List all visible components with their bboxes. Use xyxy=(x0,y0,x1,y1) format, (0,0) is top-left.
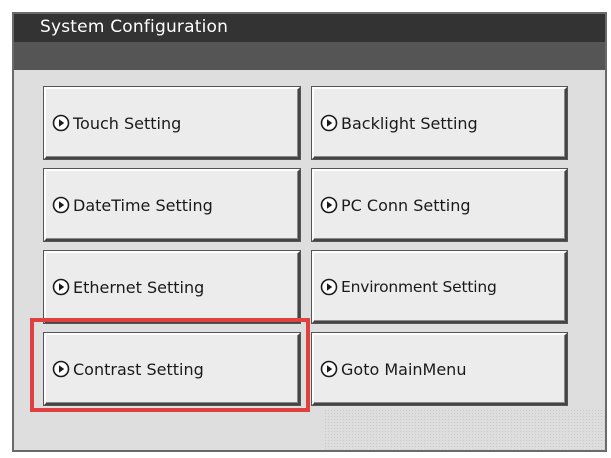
environment-setting-button[interactable]: Environment Setting xyxy=(312,251,567,323)
circle-arrow-right-icon xyxy=(320,196,338,214)
contrast-setting-button[interactable]: Contrast Setting xyxy=(44,333,300,405)
datetime-setting-button[interactable]: DateTime Setting xyxy=(44,169,300,241)
environment-setting-label: Environment Setting xyxy=(341,278,497,296)
pc-conn-setting-button[interactable]: PC Conn Setting xyxy=(312,169,567,241)
circle-arrow-right-icon xyxy=(320,114,338,132)
window-title: System Configuration xyxy=(40,17,229,37)
dither-pattern xyxy=(324,409,607,452)
system-configuration-window: System Configuration Touch Setting Backl… xyxy=(12,12,607,452)
pc-conn-setting-label: PC Conn Setting xyxy=(341,195,471,215)
ethernet-setting-label: Ethernet Setting xyxy=(73,277,205,297)
circle-arrow-right-icon xyxy=(52,114,70,132)
circle-arrow-right-icon xyxy=(52,196,70,214)
contrast-setting-label: Contrast Setting xyxy=(73,359,204,379)
circle-arrow-right-icon xyxy=(320,360,338,378)
backlight-setting-label: Backlight Setting xyxy=(341,113,478,133)
datetime-setting-label: DateTime Setting xyxy=(73,195,213,215)
touch-setting-button[interactable]: Touch Setting xyxy=(44,87,300,159)
goto-mainmenu-button[interactable]: Goto MainMenu xyxy=(312,333,567,405)
circle-arrow-right-icon xyxy=(52,278,70,296)
ethernet-setting-button[interactable]: Ethernet Setting xyxy=(44,251,300,323)
backlight-setting-button[interactable]: Backlight Setting xyxy=(312,87,567,159)
circle-arrow-right-icon xyxy=(52,360,70,378)
touch-setting-label: Touch Setting xyxy=(73,113,182,133)
goto-mainmenu-label: Goto MainMenu xyxy=(341,359,467,379)
circle-arrow-right-icon xyxy=(320,278,338,296)
title-bar: System Configuration xyxy=(14,14,605,70)
